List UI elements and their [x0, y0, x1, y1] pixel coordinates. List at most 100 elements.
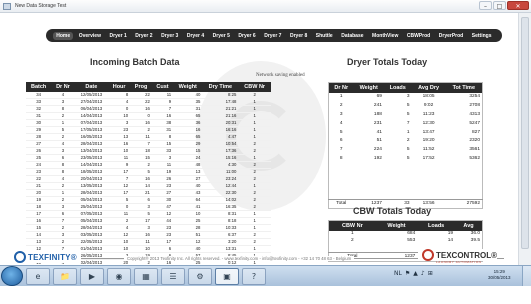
table-cell: 1 — [238, 210, 271, 218]
start-button[interactable] — [1, 266, 23, 286]
table-row[interactable]: 14 3 03/05/2013 12 16 23 51 6:37 2 — [26, 231, 271, 239]
col-prog[interactable]: Prog — [130, 82, 152, 92]
table-row[interactable]: 27 4 28/04/2013 16 7 15 29 10:54 2 — [26, 140, 271, 148]
nav-dryer-1[interactable]: Dryer 1 — [107, 32, 130, 40]
nav-dryer-5[interactable]: Dryer 5 — [210, 32, 233, 40]
nav-dryer-3[interactable]: Dryer 3 — [158, 32, 181, 40]
maximize-button[interactable]: □ — [493, 1, 506, 10]
settings-taskbar-icon[interactable]: ⚙ — [188, 268, 212, 285]
help-taskbar-icon[interactable]: ? — [242, 268, 266, 285]
table-row[interactable]: 32 8 06/04/2013 0 16 7 31 21:21 1 — [26, 105, 271, 113]
table-row[interactable]: 29 5 17/05/2013 23 2 31 16 16:16 1 — [26, 126, 271, 134]
nav-dryer-2[interactable]: Dryer 2 — [132, 32, 155, 40]
nav-overview[interactable]: Overview — [76, 32, 104, 40]
show-desktop-button[interactable] — [522, 266, 531, 287]
table-cell: 5 — [406, 147, 410, 153]
table-row[interactable]: 18 3 25/04/2013 0 3 47 41 16:35 2 — [26, 203, 271, 211]
dryer-total-row[interactable]: 8 192 5 17:52 5362 — [329, 155, 483, 164]
texcontrol-tagline: LAUNDRY AUTOMATION — [436, 260, 482, 264]
table-cell: 32 — [26, 105, 52, 113]
texcontrol-logo[interactable]: TEXCONTROL® LAUNDRY AUTOMATION — [418, 249, 498, 264]
table-cell: 2 — [238, 175, 271, 183]
table-row[interactable]: 28 2 16/05/2013 13 11 8 65 4:47 1 — [26, 133, 271, 141]
nav-cbwprod[interactable]: CBWProd — [404, 32, 433, 40]
dryer-total-row[interactable]: 5 41 1 13:47 827 — [329, 128, 483, 137]
table-cell: 8 — [151, 133, 174, 141]
explorer-taskbar-icon[interactable]: 📁 — [53, 268, 77, 285]
table-cell: 27 — [173, 175, 203, 183]
table-cell: 15 — [130, 154, 152, 162]
table-row[interactable]: 31 2 14/04/2013 10 0 16 65 21:16 1 — [26, 112, 271, 120]
table-row[interactable]: 21 2 13/05/2013 12 14 23 40 12:44 1 — [26, 182, 271, 190]
minimize-button[interactable]: – — [479, 1, 492, 10]
media-player-taskbar-icon[interactable]: ▶ — [80, 268, 104, 285]
table-row[interactable]: 20 1 28/04/2013 17 21 27 43 22:30 2 — [26, 189, 271, 197]
col-date[interactable]: Date — [74, 82, 109, 92]
table-row[interactable]: 15 2 28/04/2013 4 3 23 28 10:33 1 — [26, 224, 271, 232]
nav-shuttle[interactable]: Shuttle — [313, 32, 336, 40]
show-hidden-icons-icon[interactable]: ▲ — [413, 270, 418, 277]
col-dry-time[interactable]: Dry Time — [202, 82, 239, 92]
table-row[interactable]: 23 8 18/05/2013 17 5 19 13 11:00 2 — [26, 168, 271, 176]
col-cbw-nr[interactable]: CBW Nr — [238, 82, 271, 92]
network-icon[interactable]: ⊞ — [428, 270, 433, 277]
table-row[interactable]: 25 6 23/05/2013 11 15 3 24 15:16 1 — [26, 154, 271, 162]
language-indicator[interactable]: NL — [394, 270, 402, 277]
nav-dryerprod[interactable]: DryerProd — [436, 32, 466, 40]
cbw-total-row[interactable]: 2 553 14 39.5 — [329, 238, 483, 245]
nav-home[interactable]: Home — [53, 31, 74, 40]
dryer-total-row[interactable]: 6 51 2 19:20 2320 — [329, 137, 483, 146]
nav-database[interactable]: Database — [338, 32, 366, 40]
table-cell: 16 — [130, 105, 152, 113]
col-hour[interactable]: Hour — [108, 82, 131, 92]
dryer-total-row[interactable]: 3 188 5 11:23 4313 — [329, 110, 483, 119]
col-cust[interactable]: Cust — [151, 82, 174, 92]
scrollbar-thumb[interactable] — [521, 17, 529, 249]
list-app-taskbar-icon[interactable]: ☰ — [161, 268, 185, 285]
ie-taskbar-icon[interactable]: e — [26, 268, 50, 285]
vertical-scrollbar[interactable] — [518, 13, 531, 265]
table-cell: 3 — [108, 119, 131, 127]
col-batch[interactable]: Batch — [26, 82, 52, 92]
table-row[interactable]: 30 1 07/04/2013 3 16 38 36 20:31 1 — [26, 119, 271, 127]
dryer-total-row[interactable]: 1 69 3 18:05 3254 — [329, 93, 483, 102]
table-cell: 12:30 — [422, 120, 435, 126]
table-row[interactable]: 13 2 22/05/2013 10 11 17 12 3:20 2 — [26, 238, 271, 246]
table-row[interactable]: 22 4 20/04/2013 7 16 26 27 23:24 2 — [26, 175, 271, 183]
nav-dryer-6[interactable]: Dryer 6 — [235, 32, 258, 40]
table-row[interactable]: 24 8 14/04/2013 9 2 11 48 4:30 2 — [26, 161, 271, 169]
nav-dryer-4[interactable]: Dryer 4 — [184, 32, 207, 40]
texfinity-logo[interactable]: TEXFINITY® — [14, 251, 81, 263]
table-row[interactable]: 19 2 05/04/2013 5 6 30 64 14:02 2 — [26, 196, 271, 204]
nav-dryer-8[interactable]: Dryer 8 — [287, 32, 310, 40]
nav-dryer-7[interactable]: Dryer 7 — [261, 32, 284, 40]
dryer-total-row[interactable]: 4 231 7 12:30 5247 — [329, 119, 483, 128]
nav-settings[interactable]: Settings — [469, 32, 495, 40]
col-dryer-nr[interactable]: Dr Nr — [51, 82, 75, 92]
table-row[interactable]: 33 3 27/04/2013 4 22 9 35 17:48 1 — [26, 98, 271, 106]
table-cell: 5 — [130, 210, 152, 218]
close-button[interactable]: ✕ — [507, 1, 529, 10]
nav-monthview[interactable]: MonthView — [369, 32, 401, 40]
flag-icon[interactable]: ⚑ — [405, 270, 410, 277]
table-cell: 22/05/2013 — [74, 238, 109, 246]
dryer-total-row[interactable]: 7 224 5 11:52 3561 — [329, 146, 483, 155]
table-row[interactable]: 26 3 13/04/2013 10 18 33 15 17:36 2 — [26, 147, 271, 155]
table-row[interactable]: 17 6 07/05/2013 11 5 12 10 8:31 1 — [26, 210, 271, 218]
table-cell: 03/05/2013 — [74, 231, 109, 239]
col-weight[interactable]: Weight — [173, 82, 203, 92]
taskbar-clock[interactable]: 15:29 30/05/2013 — [488, 269, 511, 281]
table-cell: 23 — [108, 126, 131, 134]
chrome-taskbar-icon[interactable]: ◉ — [107, 268, 131, 285]
table-cell: 20:31 — [202, 119, 239, 127]
batch-header-row: Batch Dr Nr Date Hour Prog Cust Weight D… — [26, 82, 271, 92]
dryer-total-row[interactable]: 2 241 5 9:02 2708 — [329, 101, 483, 110]
datastorage-taskbar-icon[interactable]: ▣ — [215, 268, 239, 285]
table-cell: 7 — [51, 217, 75, 225]
volume-icon[interactable]: ♪ — [421, 270, 425, 277]
cbw-total-row[interactable]: 1 684 19 36.0 — [329, 231, 483, 238]
grid-app-taskbar-icon[interactable]: ▦ — [134, 268, 158, 285]
table-cell: 23/05/2013 — [74, 154, 109, 162]
table-row[interactable]: 34 4 12/05/2013 8 22 11 40 8:25 2 — [26, 92, 271, 99]
table-row[interactable]: 16 7 05/04/2013 2 17 44 25 8:18 1 — [26, 217, 271, 225]
